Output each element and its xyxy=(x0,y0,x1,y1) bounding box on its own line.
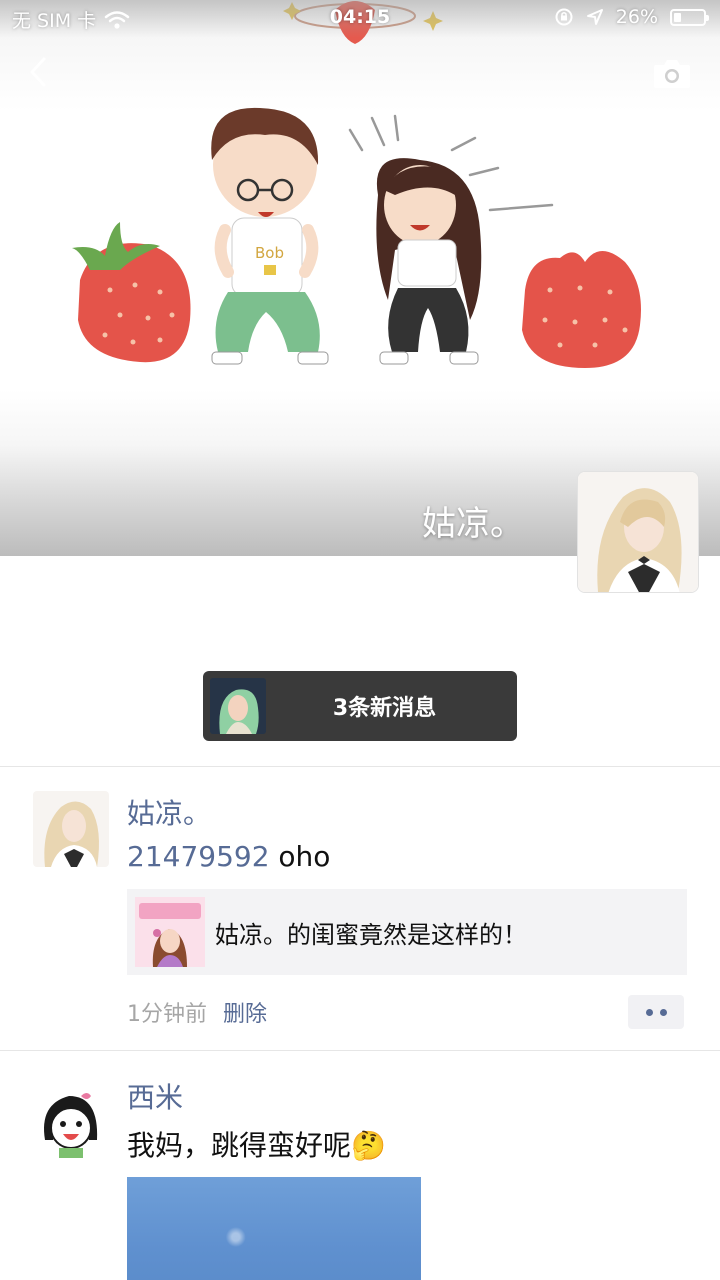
more-actions-button[interactable] xyxy=(628,995,684,1029)
svg-text:Bob: Bob xyxy=(255,244,284,262)
post-author-avatar[interactable] xyxy=(33,791,109,867)
post-text-body: oho xyxy=(269,840,331,873)
divider xyxy=(0,766,720,767)
location-arrow-icon xyxy=(586,9,603,25)
battery-icon xyxy=(670,8,709,26)
mention-link[interactable]: 21479592 xyxy=(127,840,270,873)
post-text: 我妈，跳得蛮好呢🤔 xyxy=(127,1124,386,1164)
new-messages-banner[interactable]: 3条新消息 xyxy=(203,671,517,741)
profile-avatar[interactable] xyxy=(577,471,699,593)
shared-link-thumbnail xyxy=(135,897,205,967)
more-dot-icon xyxy=(659,1008,667,1016)
delete-link[interactable]: 删除 xyxy=(223,996,267,1028)
post-text-body: 我妈，跳得蛮好呢 xyxy=(127,1129,352,1162)
battery-percent: 26% xyxy=(615,6,658,28)
thinking-face-emoji-icon: 🤔 xyxy=(351,1129,386,1162)
back-chevron-icon[interactable] xyxy=(22,52,62,92)
post-author-name[interactable]: 西米 xyxy=(127,1076,183,1116)
status-bar: 无 SIM 卡 04:15 26% xyxy=(0,0,720,38)
new-message-avatar xyxy=(210,678,266,734)
cover-illustration: Bob xyxy=(72,1,641,368)
profile-name: 姑凉。 xyxy=(422,504,524,544)
camera-icon[interactable] xyxy=(652,56,692,90)
post-author-name[interactable]: 姑凉。 xyxy=(127,792,211,832)
shared-link-title: 姑凉。的闺蜜竟然是这样的！ xyxy=(215,920,527,949)
post-author-avatar[interactable] xyxy=(33,1082,109,1158)
post-time: 1分钟前 xyxy=(127,1002,207,1027)
divider xyxy=(0,1050,720,1051)
post-photo[interactable] xyxy=(127,1177,421,1280)
post-text: 21479592 oho xyxy=(127,840,330,873)
more-dot-icon xyxy=(645,1008,653,1016)
status-right: 26% xyxy=(554,6,709,28)
new-messages-label: 3条新消息 xyxy=(332,696,437,721)
post-meta: 1分钟前 删除 xyxy=(127,996,267,1028)
orientation-lock-icon xyxy=(555,8,573,26)
shared-link-card[interactable]: 姑凉。的闺蜜竟然是这样的！ xyxy=(127,889,687,975)
